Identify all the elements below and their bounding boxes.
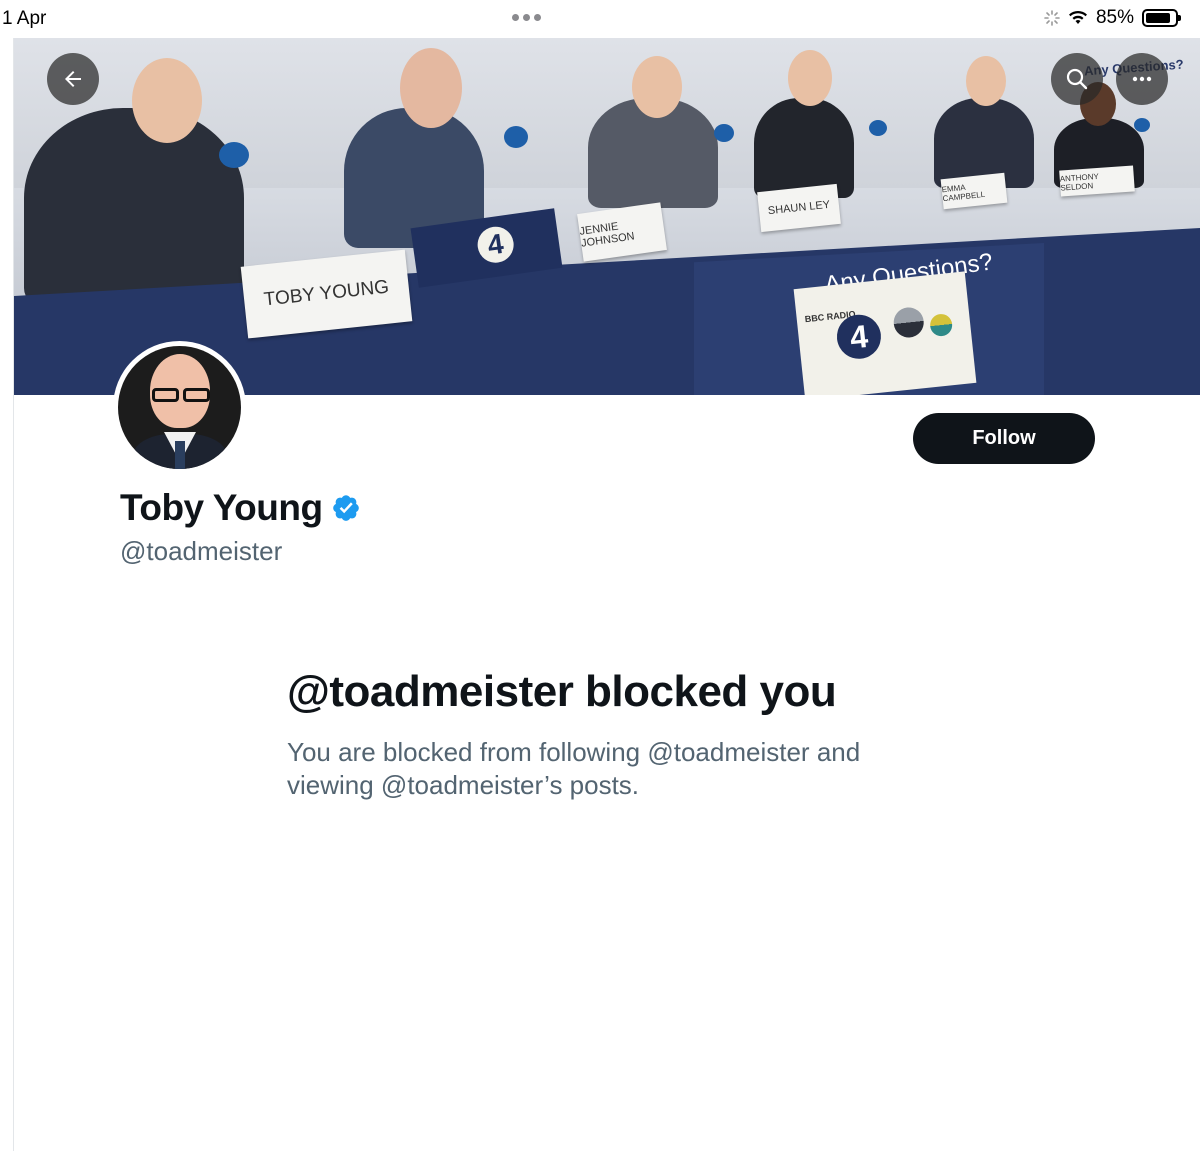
panelist-1 <box>24 108 244 308</box>
microphone-icon <box>1134 118 1150 132</box>
profile-handle: @toadmeister <box>120 536 283 566</box>
multitasking-dots-icon[interactable] <box>512 14 541 21</box>
microphone-icon <box>869 120 887 136</box>
panelist-4-head <box>788 50 832 106</box>
panelist-4 <box>754 98 854 198</box>
avatar-photo <box>118 346 241 469</box>
display-name: Toby Young <box>120 487 323 528</box>
status-date: 1 Apr <box>2 8 47 29</box>
search-icon <box>1066 68 1088 90</box>
more-options-button[interactable] <box>1116 53 1168 105</box>
panelist-5-head <box>966 56 1006 106</box>
status-right: 85% <box>1044 7 1181 29</box>
avatar-tie <box>175 441 185 469</box>
more-horizontal-icon <box>1132 76 1152 82</box>
avatar-glasses <box>152 388 210 402</box>
microphone-icon <box>504 126 528 148</box>
follow-button[interactable]: Follow <box>913 413 1095 464</box>
microphone-icon <box>714 124 734 142</box>
blocked-description-line-2: viewing @toadmeister’s posts. <box>287 770 640 800</box>
name-card-4: EMMA CAMPBELL <box>940 172 1008 210</box>
status-bar: 1 Apr 85% <box>0 0 1200 38</box>
name-card-3: SHAUN LEY <box>757 183 841 233</box>
search-button[interactable] <box>1051 53 1103 105</box>
verified-badge-icon[interactable] <box>331 493 361 523</box>
microphone-icon <box>219 142 249 168</box>
radio-number: 4 <box>475 224 516 266</box>
panelist-1-head <box>132 58 202 143</box>
battery-fill <box>1146 13 1170 23</box>
blocked-description-line-1: You are blocked from following @toadmeis… <box>287 737 861 767</box>
wifi-icon <box>1068 10 1087 24</box>
radio-4-board: BBC RADIO 4 <box>793 271 977 395</box>
profile-avatar[interactable] <box>113 341 246 474</box>
radio-logo-shapes <box>892 305 926 339</box>
name-card-5: ANTHONY SELDON <box>1059 165 1135 197</box>
radio-logo-accent <box>929 312 954 338</box>
battery-icon <box>1142 9 1181 27</box>
battery-percentage: 85% <box>1095 7 1134 28</box>
blocked-description: You are blocked from following @toadmeis… <box>287 736 927 802</box>
blocked-title: @toadmeister blocked you <box>287 667 837 716</box>
activity-spinner-icon <box>1044 10 1060 26</box>
name-card-2: JENNIE JOHNSON <box>577 202 667 262</box>
panelist-3-head <box>632 56 682 118</box>
display-name-row: Toby Young <box>120 487 361 529</box>
back-button[interactable] <box>47 53 99 105</box>
panelist-2-head <box>400 48 462 128</box>
arrow-left-icon <box>65 71 81 87</box>
